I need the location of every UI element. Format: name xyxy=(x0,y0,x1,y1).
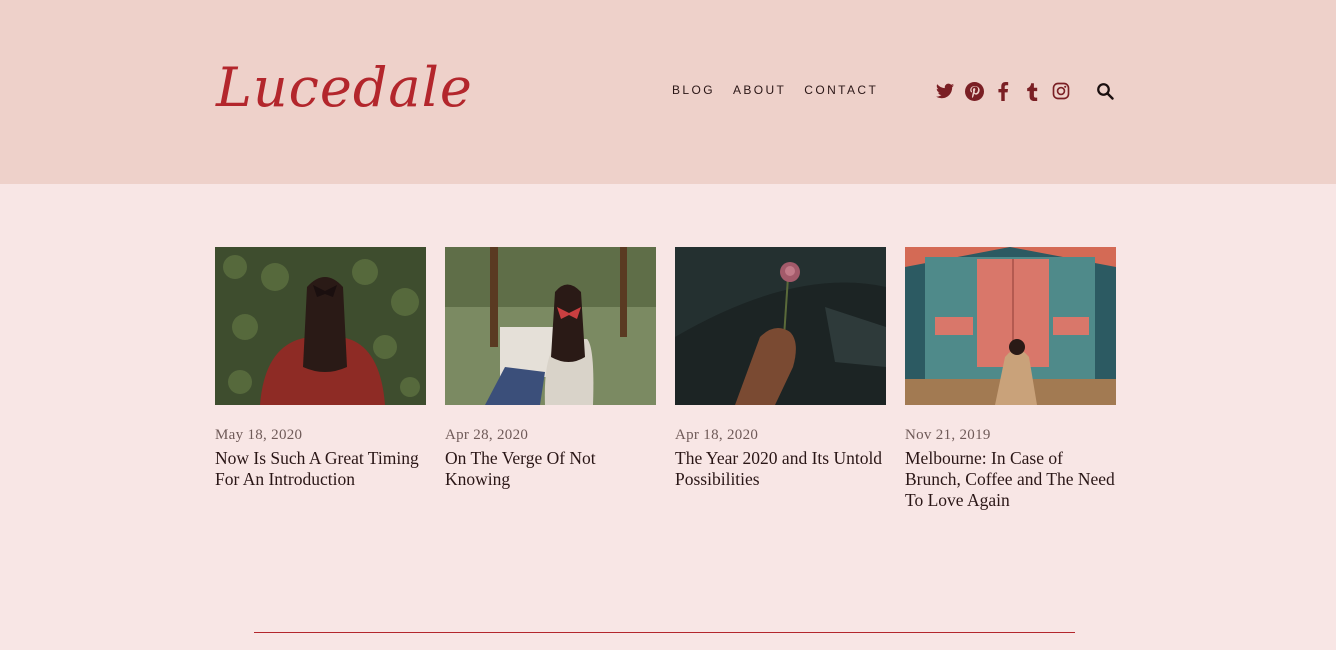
post-title[interactable]: On The Verge Of Not Knowing xyxy=(445,448,656,490)
footer-divider xyxy=(254,632,1075,633)
post-date: Nov 21, 2019 xyxy=(905,427,991,443)
post-thumbnail[interactable] xyxy=(445,247,656,405)
main-nav: BLOG ABOUT CONTACT xyxy=(672,83,878,97)
post-card[interactable]: Nov 21, 2019 Melbourne: In Case of Brunc… xyxy=(905,247,1116,511)
post-date: Apr 18, 2020 xyxy=(675,427,759,443)
post-thumbnail[interactable] xyxy=(215,247,426,405)
post-title[interactable]: Now Is Such A Great Timing For An Introd… xyxy=(215,448,426,490)
search-icon[interactable] xyxy=(1096,82,1114,100)
post-date: May 18, 2020 xyxy=(215,427,303,443)
twitter-icon[interactable] xyxy=(935,81,955,101)
instagram-icon[interactable] xyxy=(1051,81,1071,101)
post-thumbnail[interactable] xyxy=(905,247,1116,405)
nav-item-contact[interactable]: CONTACT xyxy=(804,83,878,97)
pinterest-icon[interactable] xyxy=(964,81,984,101)
facebook-icon[interactable] xyxy=(993,81,1013,101)
tumblr-icon[interactable] xyxy=(1022,81,1042,101)
post-card[interactable]: May 18, 2020 Now Is Such A Great Timing … xyxy=(215,247,426,511)
recent-posts: May 18, 2020 Now Is Such A Great Timing … xyxy=(215,247,1116,511)
post-date: Apr 28, 2020 xyxy=(445,427,529,443)
site-header: Lucedale BLOG ABOUT CONTACT xyxy=(0,0,1336,184)
post-card[interactable]: Apr 28, 2020 On The Verge Of Not Knowing xyxy=(445,247,656,511)
post-thumbnail[interactable] xyxy=(675,247,886,405)
post-card[interactable]: Apr 18, 2020 The Year 2020 and Its Untol… xyxy=(675,247,886,511)
post-title[interactable]: The Year 2020 and Its Untold Possibiliti… xyxy=(675,448,886,490)
social-links xyxy=(935,81,1071,101)
post-title[interactable]: Melbourne: In Case of Brunch, Coffee and… xyxy=(905,448,1116,511)
nav-item-blog[interactable]: BLOG xyxy=(672,83,715,97)
nav-item-about[interactable]: ABOUT xyxy=(733,83,786,97)
site-logo[interactable]: Lucedale xyxy=(216,58,473,118)
